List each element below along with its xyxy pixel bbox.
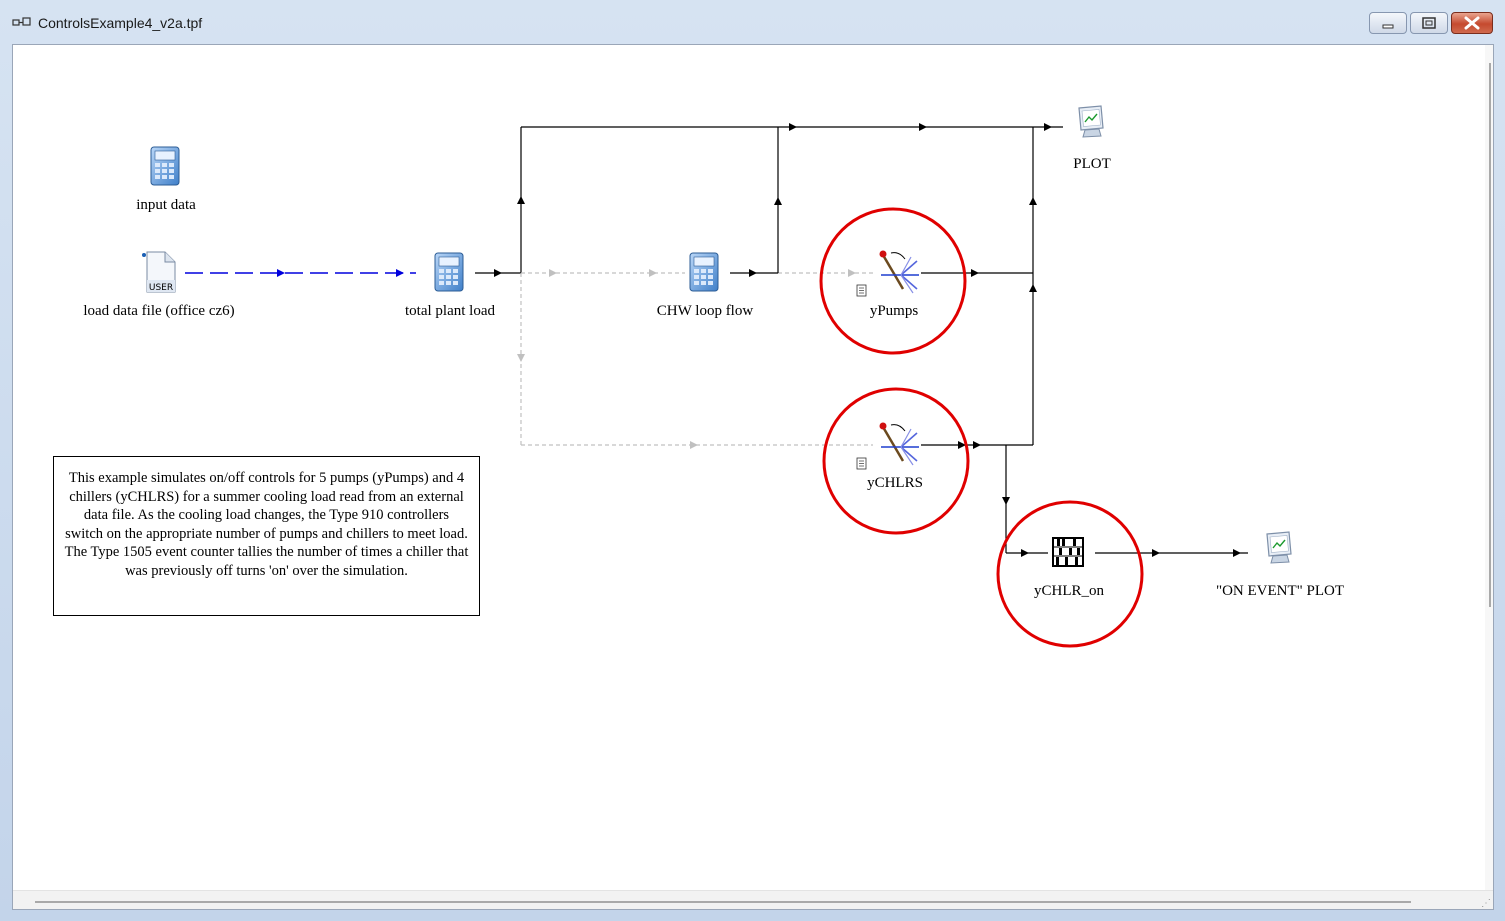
arrow-head: [517, 196, 525, 204]
highlight-circle: [819, 207, 967, 355]
total-plant-load-component[interactable]: total plant load: [405, 252, 495, 319]
load-data-file-label: load data file (office cz6): [83, 303, 234, 319]
calculator-icon: [434, 252, 464, 292]
ychlrs-label: yCHLRS: [867, 475, 923, 491]
app-window: ControlsExample4_v2a.tpf input data USER…: [0, 0, 1505, 921]
arrow-head: [774, 197, 782, 205]
close-button[interactable]: [1451, 12, 1493, 34]
ychlrs-component[interactable]: yCHLRS: [822, 387, 970, 535]
user-badge: USER: [149, 283, 173, 293]
arrow-head: [517, 354, 525, 362]
arrow-head: [690, 441, 698, 449]
abacus-counter-icon: [1052, 537, 1084, 567]
arrow-head: [277, 269, 285, 277]
vertical-scrollbar[interactable]: [1485, 45, 1493, 890]
ychlr-on-label: yCHLR_on: [1034, 583, 1105, 599]
plot-label: PLOT: [1073, 156, 1111, 172]
ypumps-component[interactable]: yPumps: [819, 207, 967, 355]
highlight-circle: [822, 387, 970, 535]
chw-loop-flow-component[interactable]: CHW loop flow: [657, 252, 754, 319]
horizontal-scrollbar[interactable]: ⋰: [13, 890, 1493, 909]
monitor-plot-icon: [1078, 105, 1104, 138]
arrow-head: [549, 269, 557, 277]
arrow-head: [789, 123, 797, 131]
user-file-icon: USER: [142, 251, 176, 293]
document-icon: [12, 17, 31, 26]
horizontal-scroll-thumb[interactable]: [35, 901, 1411, 903]
resize-grip-icon[interactable]: ⋰: [1481, 898, 1491, 909]
input-data-component[interactable]: input data: [136, 146, 196, 213]
vertical-scroll-thumb[interactable]: [1489, 63, 1491, 607]
arrow-head: [919, 123, 927, 131]
arrow-head: [1233, 549, 1241, 557]
note-icon: [856, 284, 867, 297]
on-event-plot-component[interactable]: "ON EVENT" PLOT: [1216, 531, 1344, 599]
total-plant-load-label: total plant load: [405, 303, 495, 319]
highlight-circle: [996, 500, 1144, 648]
controller-icon: [879, 250, 919, 294]
diagram-canvas[interactable]: input data USER load data file (office c…: [12, 44, 1494, 910]
calculator-icon: [150, 146, 180, 186]
maximize-button[interactable]: [1410, 12, 1448, 34]
minimize-button[interactable]: [1369, 12, 1407, 34]
arrow-head: [848, 269, 856, 277]
load-data-file-component[interactable]: USER load data file (office cz6): [83, 251, 235, 319]
plot-component[interactable]: PLOT: [1073, 105, 1111, 172]
input-data-label: input data: [136, 197, 196, 213]
title-bar[interactable]: ControlsExample4_v2a.tpf: [0, 0, 1505, 44]
arrow-head: [1029, 197, 1037, 205]
arrow-head: [1002, 497, 1010, 505]
arrow-head: [971, 269, 979, 277]
ychlr-on-component[interactable]: yCHLR_on: [996, 500, 1144, 648]
calculator-icon: [689, 252, 719, 292]
restore-icon: [1422, 17, 1436, 29]
minimize-icon: [1382, 24, 1394, 29]
chw-loop-flow-label: CHW loop flow: [657, 303, 754, 319]
arrow-head: [1029, 284, 1037, 292]
arrow-head: [749, 269, 757, 277]
arrow-head: [1044, 123, 1052, 131]
arrow-head: [396, 269, 404, 277]
arrow-head: [494, 269, 502, 277]
on-event-plot-label: "ON EVENT" PLOT: [1216, 583, 1344, 599]
ypumps-label: yPumps: [870, 303, 919, 319]
arrow-head: [1152, 549, 1160, 557]
arrow-head: [973, 441, 981, 449]
arrow-head: [649, 269, 657, 277]
note-icon: [856, 457, 867, 470]
arrow-head: [1021, 549, 1029, 557]
close-icon: [1464, 16, 1480, 30]
window-title: ControlsExample4_v2a.tpf: [38, 15, 203, 31]
controller-icon: [879, 422, 919, 466]
description-note[interactable]: This example simulates on/off controls f…: [53, 456, 480, 616]
monitor-plot-icon: [1266, 531, 1292, 564]
